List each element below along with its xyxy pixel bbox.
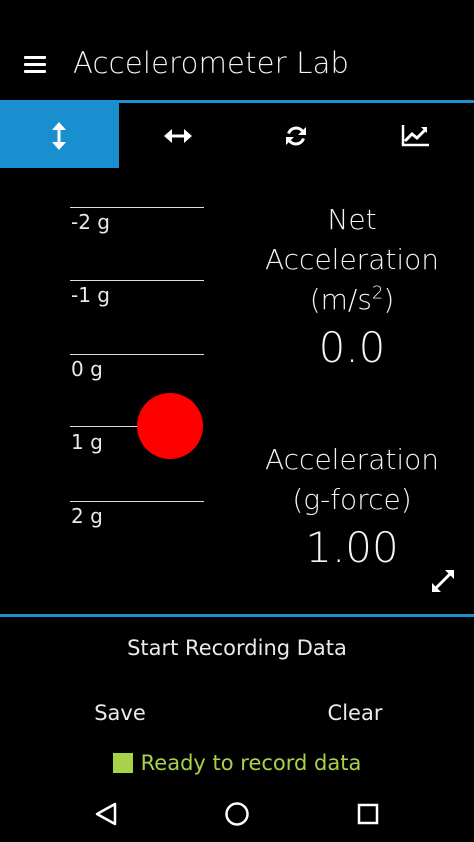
tab-vertical[interactable] [0,103,119,168]
horizontal-arrows-icon [163,128,192,143]
tab-graph[interactable] [355,103,474,168]
g-force-value: 1.00 [305,523,399,572]
save-button[interactable]: Save [60,696,180,730]
net-unit: (m/s2) [309,282,395,316]
app-title: Accelerometer Lab [73,46,350,80]
status-message: Ready to record data [0,748,474,778]
tab-horizontal[interactable] [118,103,237,168]
status-indicator-square [112,753,133,773]
indicator-line [70,426,140,427]
system-nav-bar [0,782,474,842]
status-text: Ready to record data [140,751,362,775]
back-triangle-icon [95,802,117,826]
g-label-line-1: Acceleration [265,443,439,476]
scale-tick-label: -2 g [71,210,110,234]
refresh-icon [286,126,307,145]
net-label-line-1: Net [327,203,377,236]
menu-icon[interactable] [24,56,46,74]
scale-tick-label: 0 g [71,357,103,381]
tab-rotation[interactable] [237,103,356,168]
clear-button[interactable]: Clear [295,696,415,730]
app-bar: Accelerometer Lab [0,0,474,100]
recents-square-icon [357,803,379,825]
g-label-line-2: (g-force) [292,483,412,516]
bottom-divider [0,614,474,617]
recents-button[interactable] [348,794,388,834]
home-button[interactable] [217,794,257,834]
scale-tick-label: 1 g [71,430,103,454]
g-force-readout: Acceleration (g-force) 1.00 [250,440,454,576]
scale-tick-label: 2 g [71,504,103,528]
acceleration-indicator-ball [137,393,203,459]
line-chart-icon [401,124,429,146]
back-button[interactable] [86,794,126,834]
expand-icon[interactable] [430,568,456,594]
scale-tick-label: -1 g [71,283,110,307]
net-acceleration-value: 0.0 [318,323,386,372]
mode-tabs [0,103,474,168]
vertical-arrows-icon [52,121,67,150]
start-recording-button[interactable]: Start Recording Data [0,630,474,666]
net-label-line-2: Acceleration [265,243,439,276]
home-circle-icon [225,802,249,826]
net-acceleration-readout: Net Acceleration (m/s2) 0.0 [250,200,454,376]
g-scale: -2 g -1 g 0 g 1 g 2 g [70,205,204,535]
